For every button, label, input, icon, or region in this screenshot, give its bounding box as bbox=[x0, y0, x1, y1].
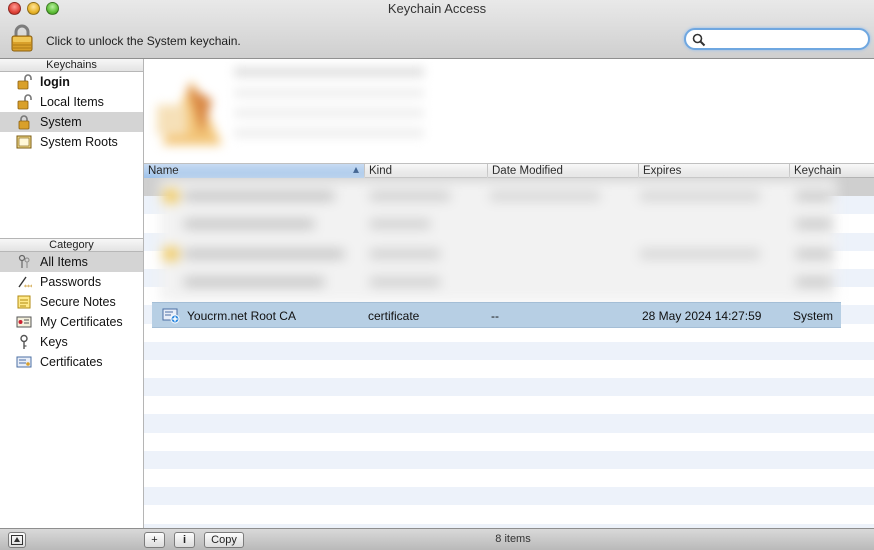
sidebar-item-login[interactable]: login bbox=[0, 72, 143, 92]
sort-ascending-icon bbox=[353, 167, 359, 173]
sidebar-item-passwords[interactable]: *** Passwords bbox=[0, 272, 143, 292]
column-header-name[interactable]: Name bbox=[144, 164, 365, 178]
keychains-header: Keychains bbox=[0, 59, 143, 72]
sidebar-item-all-items[interactable]: All Items bbox=[0, 252, 143, 272]
key-icon bbox=[16, 334, 32, 350]
sidebar-item-label: Keys bbox=[40, 335, 68, 349]
window-titlebar: Keychain Access Click to unlock the Syst… bbox=[0, 0, 874, 59]
cell-expires: 28 May 2024 14:27:59 bbox=[642, 309, 762, 323]
bottom-bar: + i Copy 8 items bbox=[0, 528, 874, 550]
column-header-keychain[interactable]: Keychain bbox=[790, 164, 874, 178]
cell-name: Youcrm.net Root CA bbox=[187, 309, 296, 323]
sidebar-item-label: login bbox=[40, 75, 70, 89]
cabinet-icon bbox=[16, 134, 32, 150]
table-row bbox=[144, 414, 874, 433]
sidebar-item-label: Local Items bbox=[40, 95, 104, 109]
redacted-rows bbox=[160, 180, 836, 302]
column-header-kind[interactable]: Kind bbox=[365, 164, 488, 178]
table-row bbox=[144, 487, 874, 506]
sidebar-item-secure-notes[interactable]: Secure Notes bbox=[0, 292, 143, 312]
table-row bbox=[144, 359, 874, 379]
password-icon: *** bbox=[16, 274, 32, 290]
sidebar-item-label: System bbox=[40, 115, 82, 129]
cell-kind: certificate bbox=[368, 309, 420, 323]
lock-open-icon bbox=[16, 94, 32, 110]
sidebar-item-keys[interactable]: Keys bbox=[0, 332, 143, 352]
table-header: Name Kind Date Modified Expires Keychain bbox=[144, 163, 874, 178]
sidebar-item-label: Secure Notes bbox=[40, 295, 116, 309]
preview-image bbox=[152, 65, 232, 153]
certificate-icon bbox=[16, 354, 32, 370]
category-section: Category All Items *** Passwords Secure … bbox=[0, 239, 143, 372]
item-preview bbox=[144, 59, 874, 163]
sidebar-item-system-roots[interactable]: System Roots bbox=[0, 132, 143, 152]
cell-keychain: System bbox=[793, 309, 834, 323]
svg-text:***: *** bbox=[24, 284, 32, 290]
sidebar-item-label: All Items bbox=[40, 255, 88, 269]
cell-date-modified: -- bbox=[491, 309, 499, 323]
category-header: Category bbox=[0, 239, 143, 252]
keychains-section: Keychains login Local Items System Syste… bbox=[0, 59, 143, 239]
table-row-selected[interactable]: Youcrm.net Root CA certificate -- 28 May… bbox=[152, 302, 841, 328]
sidebar-item-my-certificates[interactable]: My Certificates bbox=[0, 312, 143, 332]
preview-details bbox=[234, 67, 424, 147]
sidebar-item-system[interactable]: System bbox=[0, 112, 143, 132]
sidebar-item-local-items[interactable]: Local Items bbox=[0, 92, 143, 112]
lock-message[interactable]: Click to unlock the System keychain. bbox=[46, 34, 241, 48]
table-row bbox=[144, 505, 874, 524]
table-row bbox=[144, 341, 874, 360]
all-items-icon bbox=[16, 254, 32, 270]
search-icon bbox=[692, 33, 706, 47]
item-count: 8 items bbox=[495, 533, 531, 545]
column-header-expires[interactable]: Expires bbox=[639, 164, 790, 178]
sidebar-item-label: Passwords bbox=[40, 275, 102, 289]
my-certificate-icon bbox=[16, 314, 32, 330]
lock-open-icon bbox=[16, 74, 32, 90]
sidebar-item-label: Certificates bbox=[40, 355, 103, 369]
sidebar-item-certificates[interactable]: Certificates bbox=[0, 352, 143, 372]
sidebar: Keychains login Local Items System Syste… bbox=[0, 59, 144, 528]
certificate-icon bbox=[162, 308, 180, 324]
table-row bbox=[144, 469, 874, 488]
sidebar-item-label: My Certificates bbox=[40, 315, 123, 329]
sidebar-item-label: System Roots bbox=[40, 135, 118, 149]
lock-icon[interactable] bbox=[10, 24, 34, 52]
search-input[interactable] bbox=[708, 32, 858, 46]
lock-closed-icon bbox=[16, 114, 32, 130]
window-title: Keychain Access bbox=[387, 1, 487, 16]
search-field[interactable] bbox=[684, 28, 870, 50]
table-row bbox=[144, 396, 874, 415]
column-header-date-modified[interactable]: Date Modified bbox=[488, 164, 639, 178]
table-row bbox=[144, 450, 874, 469]
table-row bbox=[144, 378, 874, 397]
secure-note-icon bbox=[16, 294, 32, 310]
table-row bbox=[144, 432, 874, 451]
